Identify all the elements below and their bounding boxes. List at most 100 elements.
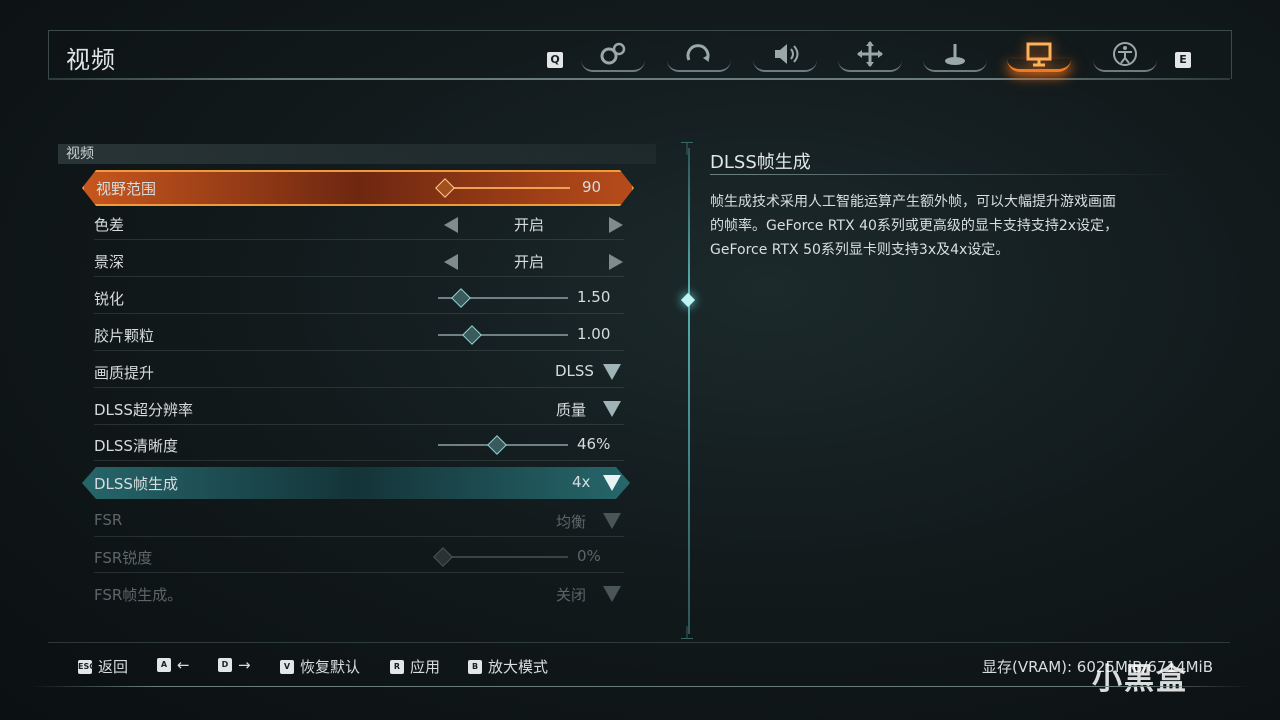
setting-row-depth-of-field[interactable]: 景深 开启: [82, 245, 630, 277]
tab-input[interactable]: [917, 36, 993, 72]
footer-divider: [48, 642, 1230, 643]
slider-knob[interactable]: [451, 288, 471, 308]
setting-label: FSR帧生成。: [94, 586, 183, 604]
description-text: 帧生成技术采用人工智能运算产生额外帧，可以大幅提升游戏画面的帧率。GeForce…: [710, 194, 1119, 258]
tab-movement[interactable]: [832, 36, 908, 72]
hint-zoom-mode[interactable]: B 放大模式: [468, 656, 548, 677]
setting-value: 关闭: [556, 586, 587, 604]
row-divider: [94, 239, 624, 240]
tab-underline: [923, 60, 987, 72]
dropdown-arrow-icon[interactable]: [603, 475, 621, 491]
hint-label: →: [238, 656, 251, 674]
setting-row-dlss-super-resolution[interactable]: DLSS超分辨率 质量: [82, 393, 630, 425]
dropdown-arrow-icon: [603, 586, 621, 602]
setting-label: 视野范围: [96, 180, 157, 198]
hint-prev[interactable]: A ←: [157, 656, 190, 674]
dropdown-arrow-icon[interactable]: [603, 364, 621, 380]
setting-value: 90: [582, 178, 602, 196]
setting-value: 开启: [514, 253, 545, 271]
setting-value: 质量: [556, 401, 587, 419]
key-icon: D: [218, 658, 232, 672]
setting-label: DLSS帧生成: [94, 475, 178, 493]
setting-label: 胶片颗粒: [94, 327, 155, 345]
setting-label: DLSS超分辨率: [94, 401, 193, 419]
fsr-sharpness-slider: [433, 547, 568, 567]
dropdown-arrow-icon: [603, 513, 621, 529]
hint-label: 返回: [98, 658, 129, 676]
setting-value: DLSS: [555, 362, 594, 380]
hint-label: 放大模式: [488, 658, 549, 676]
row-divider: [94, 460, 624, 461]
row-divider: [94, 424, 624, 425]
setting-label: 景深: [94, 253, 125, 271]
hint-label: ←: [177, 656, 190, 674]
hint-back[interactable]: ESC 返回: [78, 656, 128, 677]
section-header-bar: [58, 144, 656, 164]
header-divider: [48, 78, 1230, 80]
tab-gameplay[interactable]: [575, 36, 651, 72]
footer-frame: [30, 686, 1250, 687]
left-arrow-icon[interactable]: [444, 217, 458, 233]
setting-row-chromatic-aberration[interactable]: 色差 开启: [82, 208, 630, 240]
setting-row-fov[interactable]: 视野范围 90: [82, 170, 634, 206]
setting-row-fsr-sharpness: FSR锐度 0%: [82, 541, 630, 573]
hint-apply[interactable]: R 应用: [390, 656, 440, 677]
slider-knob[interactable]: [435, 178, 455, 198]
tab-accessibility[interactable]: [1087, 36, 1163, 72]
tab-underline: [581, 60, 645, 72]
tab-underline: [1093, 60, 1157, 72]
setting-label: FSR: [94, 511, 123, 529]
fov-slider[interactable]: [440, 187, 570, 189]
dropdown-arrow-icon[interactable]: [603, 401, 621, 417]
film-grain-slider[interactable]: [438, 325, 568, 345]
setting-label: 锐化: [94, 290, 125, 308]
setting-value: 1.50: [577, 288, 611, 306]
description-divider: [710, 174, 1190, 175]
row-divider: [94, 276, 624, 277]
setting-label: 画质提升: [94, 364, 155, 382]
section-title: 视频: [66, 146, 94, 162]
key-icon: V: [280, 659, 294, 674]
hint-label: 恢复默认: [300, 658, 361, 676]
row-divider: [94, 313, 624, 314]
tab-audio[interactable]: [747, 36, 823, 72]
slider-knob: [433, 547, 453, 567]
setting-label: 色差: [94, 216, 125, 234]
right-arrow-icon[interactable]: [609, 217, 623, 233]
tab-underline: [667, 60, 731, 72]
slider-knob[interactable]: [462, 325, 482, 345]
setting-value: 均衡: [556, 513, 587, 531]
prev-tab-key-hint[interactable]: Q: [547, 52, 563, 68]
row-divider: [94, 350, 624, 351]
setting-row-upscaling[interactable]: 画质提升 DLSS: [82, 356, 630, 388]
key-icon: B: [468, 659, 482, 674]
tab-video[interactable]: [1001, 36, 1077, 72]
setting-label: FSR锐度: [94, 549, 153, 567]
left-arrow-icon[interactable]: [444, 254, 458, 270]
tab-underline: [753, 60, 817, 72]
scroll-track[interactable]: [688, 148, 690, 634]
next-tab-key-hint[interactable]: E: [1175, 52, 1191, 68]
hint-restore-defaults[interactable]: V 恢复默认: [280, 656, 360, 677]
tab-controls[interactable]: [661, 36, 737, 72]
key-icon: R: [390, 659, 404, 674]
setting-value: 开启: [514, 216, 545, 234]
setting-value: 1.00: [577, 325, 611, 343]
setting-row-film-grain[interactable]: 胶片颗粒 1.00: [82, 319, 630, 351]
sharpen-slider[interactable]: [438, 288, 568, 308]
setting-row-fsr-frame-generation: FSR帧生成。 关闭: [82, 578, 630, 610]
slider-knob[interactable]: [487, 435, 507, 455]
scroll-thumb[interactable]: [680, 292, 696, 308]
scroll-bottom-cap-icon: ⏊: [681, 626, 694, 640]
setting-row-dlss-frame-generation[interactable]: DLSS帧生成 4x: [82, 467, 630, 499]
setting-label: DLSS清晰度: [94, 437, 178, 455]
page-title: 视频: [66, 46, 116, 74]
hint-next[interactable]: D →: [218, 656, 251, 674]
setting-row-dlss-sharpness[interactable]: DLSS清晰度 46%: [82, 429, 630, 461]
setting-row-fsr: FSR 均衡: [82, 505, 630, 537]
description-title: DLSS帧生成: [710, 152, 811, 173]
tab-underline: [1007, 59, 1071, 72]
dlss-sharpness-slider[interactable]: [438, 435, 568, 455]
setting-row-sharpen[interactable]: 锐化 1.50: [82, 282, 630, 314]
right-arrow-icon[interactable]: [609, 254, 623, 270]
